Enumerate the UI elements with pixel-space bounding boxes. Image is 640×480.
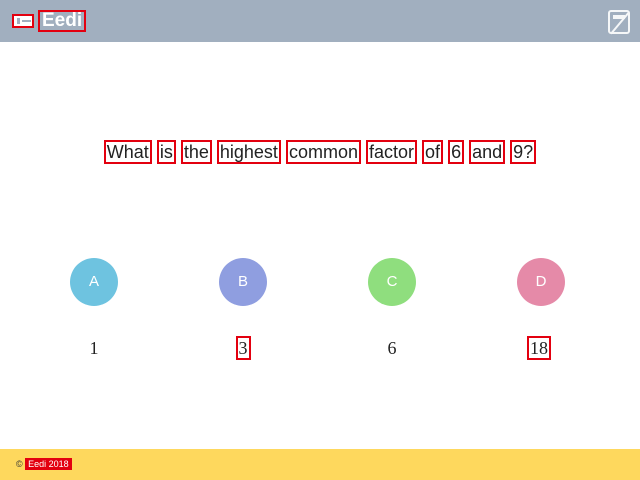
- option-d[interactable]: D: [517, 258, 565, 306]
- option-b-circle[interactable]: B: [219, 258, 267, 306]
- question-word: highest: [216, 140, 281, 164]
- copyright-text: Eedi 2018: [25, 458, 72, 470]
- option-b[interactable]: B: [219, 258, 267, 306]
- question-word: 9?: [510, 140, 537, 164]
- eedi-logo[interactable]: Eedi: [12, 10, 87, 32]
- copyright-symbol: ©: [16, 459, 23, 469]
- option-d-value: 18: [509, 336, 569, 360]
- calculator-disabled-icon[interactable]: [608, 10, 630, 34]
- question-word: is: [156, 140, 176, 164]
- option-a-value: 1: [89, 338, 99, 358]
- option-c[interactable]: C: [368, 258, 416, 306]
- question-word: factor: [366, 140, 418, 164]
- option-c-circle[interactable]: C: [368, 258, 416, 306]
- footer-bar: © Eedi 2018: [0, 449, 640, 480]
- question-word: the: [180, 140, 212, 164]
- question-word: 6: [448, 140, 465, 164]
- option-a-circle[interactable]: A: [70, 258, 118, 306]
- question-word: common: [285, 140, 361, 164]
- question-word: of: [422, 140, 444, 164]
- header-bar: Eedi: [0, 0, 640, 42]
- eedi-logo-icon: [12, 14, 34, 28]
- copyright: © Eedi 2018: [16, 458, 72, 470]
- question-word: What: [103, 140, 152, 164]
- brand-name: Eedi: [38, 10, 87, 32]
- option-a[interactable]: A: [70, 258, 118, 306]
- option-c-value: 6: [387, 338, 397, 358]
- option-d-circle[interactable]: D: [517, 258, 565, 306]
- question-text: What is the highest common factor of 6 a…: [0, 140, 640, 164]
- question-word: and: [469, 140, 506, 164]
- option-b-value: 3: [213, 336, 273, 360]
